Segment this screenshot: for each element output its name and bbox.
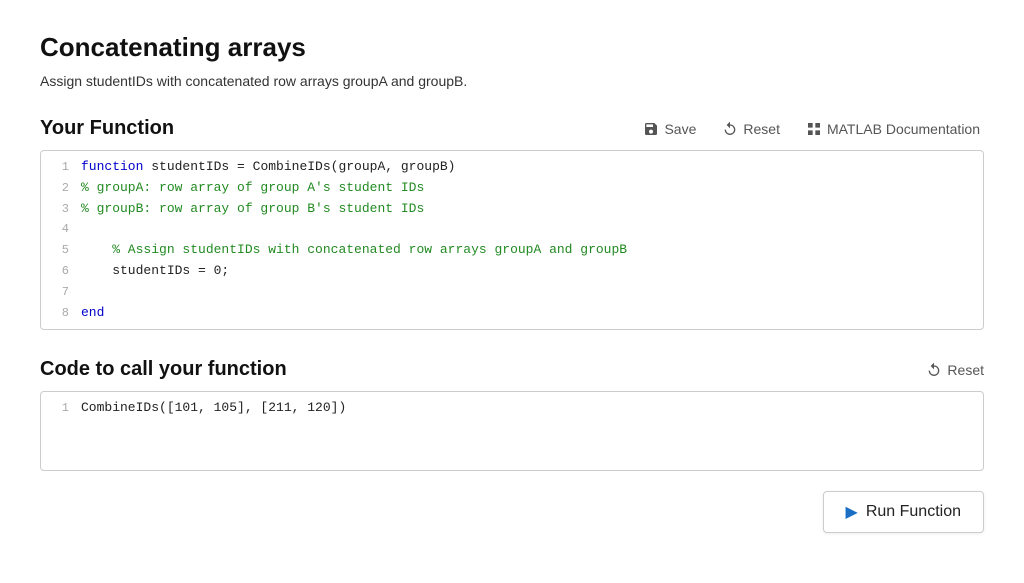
- function-editor[interactable]: 1 function studentIDs = CombineIDs(group…: [40, 150, 984, 330]
- reset-label: Reset: [743, 121, 780, 137]
- code-content: [81, 282, 975, 303]
- line-number: 2: [49, 178, 69, 198]
- call-line-number: 1: [49, 398, 69, 418]
- code-line: 6 studentIDs = 0;: [41, 261, 983, 282]
- call-reset-button[interactable]: Reset: [926, 362, 984, 378]
- matlab-docs-label: MATLAB Documentation: [827, 121, 980, 137]
- run-function-button[interactable]: ▶ Run Function: [823, 491, 984, 533]
- page-subtitle: Assign studentIDs with concatenated row …: [40, 73, 984, 89]
- reset-button[interactable]: Reset: [718, 119, 784, 139]
- save-icon: [643, 121, 659, 137]
- matlab-docs-button[interactable]: MATLAB Documentation: [802, 119, 984, 139]
- code-content: [81, 219, 975, 240]
- code-line: 4: [41, 219, 983, 240]
- code-line: 3 % groupB: row array of group B's stude…: [41, 199, 983, 220]
- save-button[interactable]: Save: [639, 119, 700, 139]
- line-number: 8: [49, 303, 69, 323]
- call-reset-label: Reset: [947, 362, 984, 378]
- run-function-label: Run Function: [866, 503, 961, 521]
- code-content: function studentIDs = CombineIDs(groupA,…: [81, 157, 975, 178]
- page-title: Concatenating arrays: [40, 32, 984, 63]
- code-content: studentIDs = 0;: [81, 261, 975, 282]
- code-content: end: [81, 303, 975, 324]
- line-number: 7: [49, 282, 69, 302]
- line-number: 5: [49, 240, 69, 260]
- code-line: 8 end: [41, 303, 983, 324]
- call-code-content: CombineIDs([101, 105], [211, 120]): [81, 398, 975, 419]
- code-line: 5 % Assign studentIDs with concatenated …: [41, 240, 983, 261]
- code-line: 2 % groupA: row array of group A's stude…: [41, 178, 983, 199]
- run-function-area: ▶ Run Function: [40, 491, 984, 533]
- code-line: 7: [41, 282, 983, 303]
- code-line: 1 function studentIDs = CombineIDs(group…: [41, 157, 983, 178]
- matlab-docs-icon: [806, 121, 822, 137]
- code-content: % groupA: row array of group A's student…: [81, 178, 975, 199]
- your-function-toolbar: Save Reset MATLAB Documentation: [639, 119, 984, 139]
- call-reset-icon: [926, 362, 942, 378]
- play-icon: ▶: [846, 502, 858, 522]
- code-content: % Assign studentIDs with concatenated ro…: [81, 240, 975, 261]
- your-function-title: Your Function: [40, 117, 174, 140]
- save-label: Save: [664, 121, 696, 137]
- line-number: 3: [49, 199, 69, 219]
- call-function-title: Code to call your function: [40, 358, 287, 381]
- reset-icon: [722, 121, 738, 137]
- line-number: 6: [49, 261, 69, 281]
- call-editor[interactable]: 1 CombineIDs([101, 105], [211, 120]): [40, 391, 984, 471]
- code-content: % groupB: row array of group B's student…: [81, 199, 975, 220]
- line-number: 4: [49, 219, 69, 239]
- call-code-line: 1 CombineIDs([101, 105], [211, 120]): [41, 398, 983, 419]
- line-number: 1: [49, 157, 69, 177]
